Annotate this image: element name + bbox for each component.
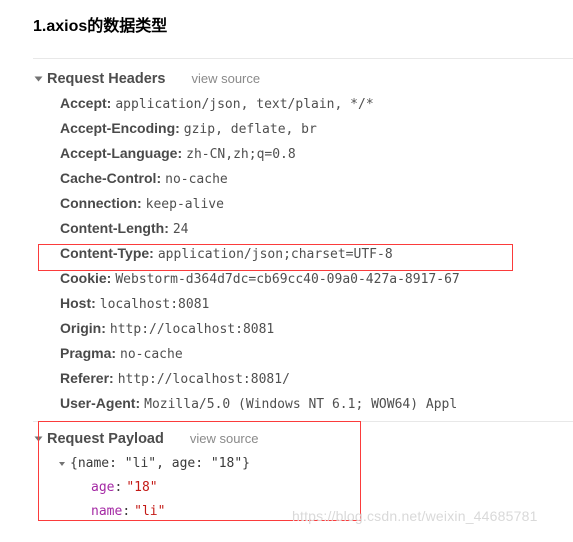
header-value: http://localhost:8081/ [117,372,290,387]
header-value: localhost:8081 [99,297,210,312]
header-value: application/json, text/plain, */* [115,97,374,112]
header-row-user-agent: User-Agent: Mozilla/5.0 (Windows NT 6.1; … [60,391,573,416]
payload-property-value: "li" [134,504,166,519]
payload-property-key: age [91,480,115,495]
header-row-accept-encoding: Accept-Encoding: gzip, deflate, br [60,116,573,141]
header-value: no-cache [165,172,228,187]
header-name: Pragma: [60,345,117,361]
header-row-origin: Origin: http://localhost:8081 [60,316,573,341]
header-row-cache-control: Cache-Control: no-cache [60,166,573,191]
header-row-content-type: Content-Type: application/json;charset=UT… [60,241,573,266]
devtools-request-panel: Request Headers view source Accept: appli… [0,58,573,542]
payload-property-colon: : [122,504,131,519]
header-row-connection: Connection: keep-alive [60,191,573,216]
header-name: Connection: [60,195,142,211]
payload-property-colon: : [114,480,123,495]
payload-object-row[interactable]: {name: "li", age: "18"} [59,452,251,476]
payload-object-summary: {name: "li", age: "18"} [70,456,251,471]
csdn-watermark: https://blog.csdn.net/weixin_44685781 [292,508,538,524]
header-row-accept: Accept: application/json, text/plain, */* [60,91,573,116]
section-divider-top [33,58,573,59]
header-row-pragma: Pragma: no-cache [60,341,573,366]
header-value: zh-CN,zh;q=0.8 [186,147,296,162]
header-value: http://localhost:8081 [109,322,275,337]
triangle-down-icon[interactable] [59,462,65,466]
header-name: Cookie: [60,270,112,286]
header-value: no-cache [120,347,183,362]
header-value: gzip, deflate, br [183,122,317,137]
request-headers-section-header[interactable]: Request Headers view source [34,66,260,91]
header-row-cookie: Cookie: Webstorm-d364d7dc=cb69cc40-09a0-4… [60,266,573,291]
header-value: Mozilla/5.0 (Windows NT 6.1; WOW64) Appl [144,397,458,412]
triangle-down-icon[interactable] [34,76,43,81]
triangle-down-icon[interactable] [34,436,43,441]
payload-property-key: name [91,504,123,519]
header-value: 24 [172,222,189,237]
header-name: Accept-Language: [60,145,183,161]
header-row-accept-language: Accept-Language: zh-CN,zh;q=0.8 [60,141,573,166]
header-name: Referer: [60,370,114,386]
header-row-host: Host: localhost:8081 [60,291,573,316]
header-value: application/json;charset=UTF-8 [157,247,393,262]
header-name: Accept-Encoding: [60,120,180,136]
payload-property-value: "18" [126,480,158,495]
request-headers-view-source-link[interactable]: view source [191,71,260,86]
header-value: Webstorm-d364d7dc=cb69cc40-09a0-427a-891… [115,272,460,287]
request-payload-view-source-link[interactable]: view source [190,431,259,446]
header-name: Accept: [60,95,112,111]
header-row-content-length: Content-Length: 24 [60,216,573,241]
request-headers-label: Request Headers [47,70,166,87]
request-payload-label: Request Payload [47,430,164,447]
page-title: 1.axios的数据类型 [33,18,168,35]
header-name: Origin: [60,320,106,336]
header-name: Host: [60,295,96,311]
header-row-referer: Referer: http://localhost:8081/ [60,366,573,391]
payload-property-name: name: "li" [91,500,165,524]
payload-property-age: age: "18" [91,476,158,500]
header-name: Content-Type: [60,245,154,261]
request-payload-section-header[interactable]: Request Payload view source [34,426,259,451]
section-divider-payload [33,421,573,422]
header-value: keep-alive [145,197,224,212]
header-name: Cache-Control: [60,170,162,186]
header-name: User-Agent: [60,395,141,411]
header-name: Content-Length: [60,220,169,236]
